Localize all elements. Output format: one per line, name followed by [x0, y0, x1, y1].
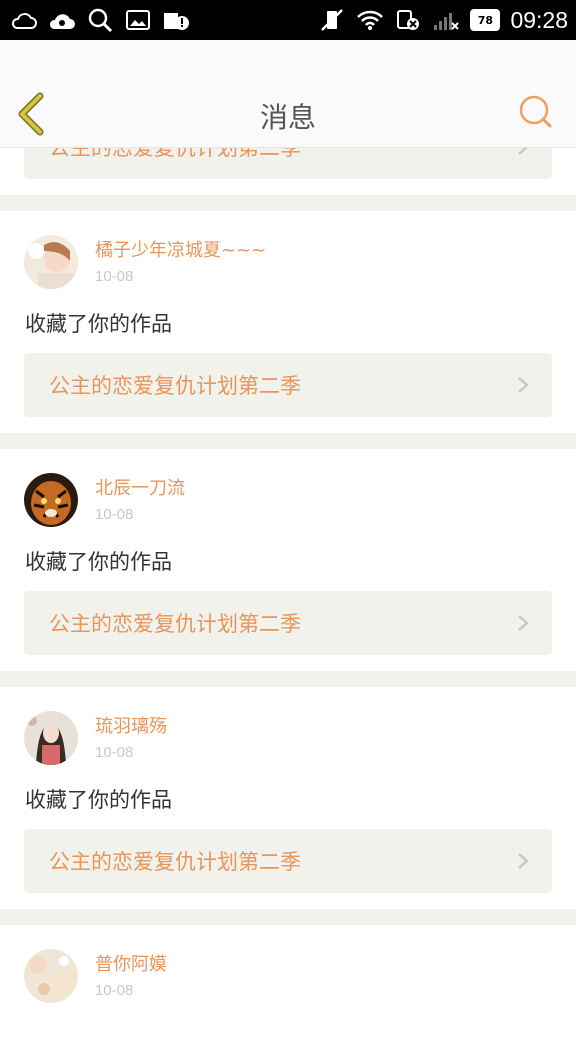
work-title: 公主的恋爱复仇计划第二季 — [49, 612, 301, 636]
message-date: 10-08 — [95, 981, 134, 999]
message-user-row: 普你阿嫫 10-08 — [0, 925, 576, 1003]
sim-error-icon — [394, 6, 422, 34]
message-user-row: 北辰一刀流 10-08 — [0, 449, 576, 527]
vibrate-off-icon — [318, 6, 346, 34]
user-name[interactable]: 橘子少年凉城夏~~~ — [95, 240, 266, 262]
avatar[interactable] — [24, 711, 78, 765]
work-title: 公主的恋爱复仇计划第二季 — [49, 147, 301, 160]
message-card: 北辰一刀流 10-08 收藏了你的作品 公主的恋爱复仇计划第二季 — [0, 449, 576, 671]
search-icon — [86, 6, 114, 34]
avatar[interactable] — [24, 235, 78, 289]
message-card: 公主的恋爱复仇计划第二季 — [0, 147, 576, 195]
avatar[interactable] — [24, 949, 78, 1003]
chevron-right-icon — [518, 853, 529, 869]
header-bar: 消息 — [0, 40, 576, 148]
battery-indicator: 78 — [470, 9, 501, 31]
chevron-right-icon — [518, 147, 529, 155]
status-bar: 78 09:28 — [0, 0, 576, 40]
message-date: 10-08 — [95, 267, 134, 285]
message-user-row: 琉羽璃殇 10-08 — [0, 687, 576, 765]
divider — [0, 433, 576, 449]
work-link[interactable]: 公主的恋爱复仇计划第二季 — [24, 353, 552, 417]
message-card: 橘子少年凉城夏~~~ 10-08 收藏了你的作品 公主的恋爱复仇计划第二季 — [0, 211, 576, 433]
work-title: 公主的恋爱复仇计划第二季 — [49, 374, 301, 398]
search-icon — [519, 95, 552, 128]
message-date: 10-08 — [95, 505, 134, 523]
message-text: 收藏了你的作品 — [25, 788, 172, 812]
work-title: 公主的恋爱复仇计划第二季 — [49, 850, 301, 874]
message-user-row: 橘子少年凉城夏~~~ 10-08 — [0, 211, 576, 289]
weather-icon — [10, 6, 38, 34]
divider — [0, 909, 576, 925]
work-link[interactable]: 公主的恋爱复仇计划第二季 — [24, 829, 552, 893]
message-text: 收藏了你的作品 — [25, 312, 172, 336]
user-name[interactable]: 北辰一刀流 — [95, 478, 185, 500]
user-name[interactable]: 琉羽璃殇 — [95, 716, 167, 738]
page-title: 消息 — [259, 101, 316, 134]
message-list[interactable]: 公主的恋爱复仇计划第二季 橘子少年凉城夏~~~ 10-08 收藏了你的作品 公主… — [0, 147, 576, 1045]
message-date: 10-08 — [95, 743, 134, 761]
divider — [0, 671, 576, 687]
cloud-sync-icon — [48, 6, 76, 34]
message-card: 琉羽璃殇 10-08 收藏了你的作品 公主的恋爱复仇计划第二季 — [0, 687, 576, 909]
store-alert-icon — [162, 6, 190, 34]
avatar[interactable] — [24, 473, 78, 527]
work-link[interactable]: 公主的恋爱复仇计划第二季 — [24, 591, 552, 655]
message-card: 普你阿嫫 10-08 — [0, 925, 576, 1045]
divider — [0, 195, 576, 211]
wifi-icon — [356, 6, 384, 34]
work-link[interactable]: 公主的恋爱复仇计划第二季 — [24, 147, 552, 179]
image-icon — [124, 6, 152, 34]
chevron-right-icon — [518, 615, 529, 631]
user-name[interactable]: 普你阿嫫 — [95, 954, 167, 976]
message-text: 收藏了你的作品 — [25, 550, 172, 574]
chevron-right-icon — [518, 377, 529, 393]
status-clock: 09:28 — [510, 6, 568, 33]
signal-icon — [432, 6, 460, 34]
search-button[interactable] — [518, 94, 554, 130]
